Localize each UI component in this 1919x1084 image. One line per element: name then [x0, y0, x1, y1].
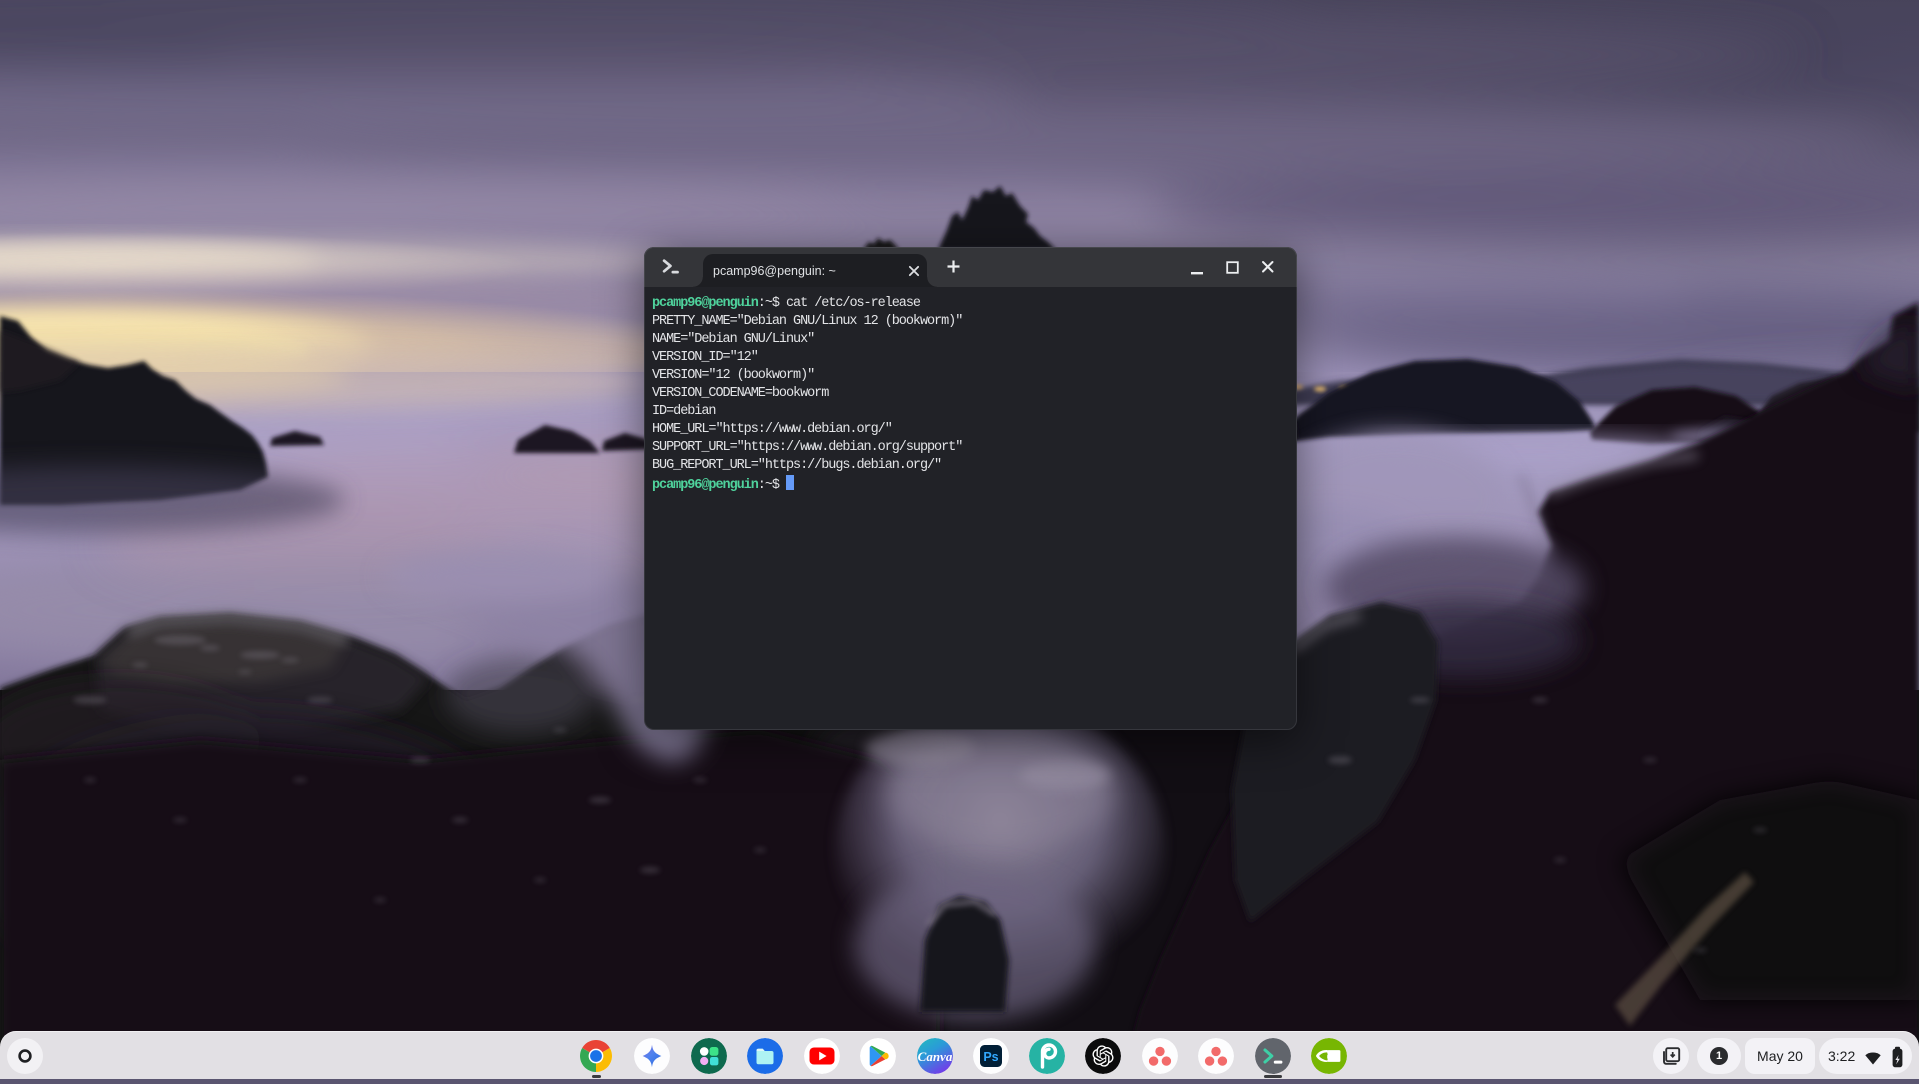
svg-text:Ps: Ps	[983, 1050, 998, 1064]
svg-text:Canva: Canva	[918, 1049, 953, 1064]
